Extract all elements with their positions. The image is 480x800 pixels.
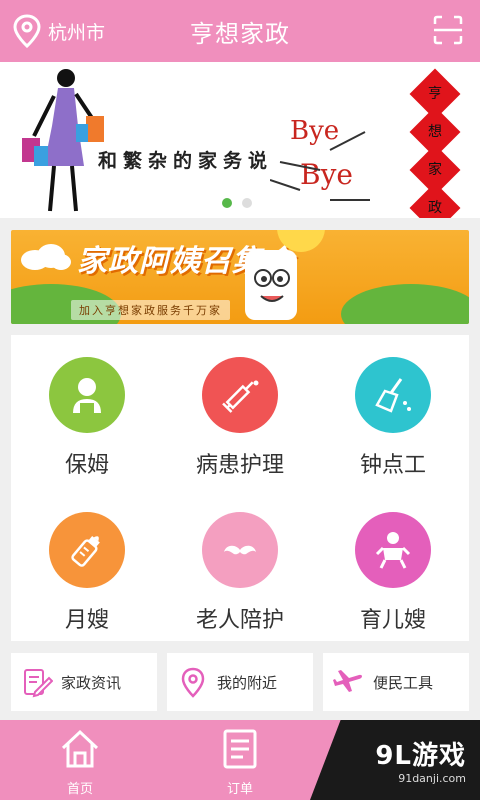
- carousel-dot[interactable]: [242, 198, 252, 208]
- scan-button[interactable]: [432, 14, 464, 46]
- baby-bottle-icon: [71, 536, 100, 567]
- service-childcare[interactable]: 育儿嫂: [317, 490, 469, 640]
- nav-label: 订单: [226, 782, 253, 797]
- quick-link-label: 便民工具: [373, 673, 434, 692]
- carousel-dot-active[interactable]: [222, 198, 232, 208]
- service-icon-circle: [202, 357, 278, 433]
- service-label: 育儿嫂: [359, 608, 426, 633]
- service-patient-care[interactable]: 病患护理: [164, 335, 316, 485]
- service-nanny[interactable]: 保姆: [11, 335, 163, 485]
- services-grid: 保姆 病患护理 钟点工 月嫂 老人陪护 育儿嫂: [11, 335, 469, 641]
- service-maternity[interactable]: 月嫂: [11, 490, 163, 640]
- service-hourly-worker[interactable]: 钟点工: [317, 335, 469, 485]
- home-icon: [61, 729, 99, 768]
- nav-home[interactable]: 首页: [40, 726, 120, 797]
- order-list-icon: [223, 729, 257, 769]
- service-label: 病患护理: [195, 453, 284, 478]
- service-elderly-care[interactable]: 老人陪护: [164, 490, 316, 640]
- quick-link-label: 家政资讯: [61, 673, 122, 692]
- service-icon-circle: [49, 357, 125, 433]
- service-label: 保姆: [64, 453, 109, 478]
- cloud-icon: [21, 244, 71, 270]
- carousel-dots: [222, 198, 252, 208]
- service-icon-circle: [355, 357, 431, 433]
- nav-orders[interactable]: 订单: [200, 726, 280, 797]
- watermark-sub: 91danji.com: [398, 772, 466, 785]
- quick-link-news[interactable]: 家政资讯: [11, 653, 157, 711]
- nav-label: 首页: [66, 782, 93, 797]
- nanny-icon: [73, 378, 101, 413]
- service-icon-circle: [49, 512, 125, 588]
- hill-decoration: [341, 284, 469, 324]
- sun-decoration: [277, 230, 325, 252]
- service-label: 老人陪护: [195, 608, 284, 633]
- shopping-woman-illustration: [22, 69, 104, 212]
- service-label: 钟点工: [359, 453, 426, 478]
- banner-slogan: 和繁杂的家务说: [98, 150, 274, 172]
- fuzi-char: 政: [428, 200, 442, 216]
- airplane-icon: [333, 670, 362, 692]
- service-icon-circle: [202, 512, 278, 588]
- app-header: 杭州市 亨想家政: [0, 0, 480, 62]
- service-icon-circle: [355, 512, 431, 588]
- mustache-icon: [224, 545, 256, 555]
- decorative-lines: [270, 131, 370, 201]
- scan-icon: [433, 15, 463, 45]
- location-pin-icon: [181, 667, 205, 698]
- baby-icon: [375, 532, 411, 569]
- recruit-banner[interactable]: 家政阿姨召集令 加入亨想家政服务千万家: [11, 230, 469, 324]
- service-label: 月嫂: [64, 608, 109, 633]
- syringe-icon: [222, 380, 259, 413]
- quick-link-nearby[interactable]: 我的附近: [167, 653, 313, 711]
- quick-link-tools[interactable]: 便民工具: [323, 653, 469, 711]
- broom-icon: [375, 378, 411, 413]
- page-title: 亨想家政: [190, 20, 290, 48]
- quick-link-label: 我的附近: [217, 673, 278, 692]
- watermark-main: 9L游戏: [375, 741, 466, 771]
- news-edit-icon: [24, 669, 53, 698]
- recruit-subtitle: 加入亨想家政服务千万家: [71, 300, 230, 320]
- promo-carousel[interactable]: 和繁杂的家务说 Bye Bye 亨 想 家 政: [0, 62, 480, 218]
